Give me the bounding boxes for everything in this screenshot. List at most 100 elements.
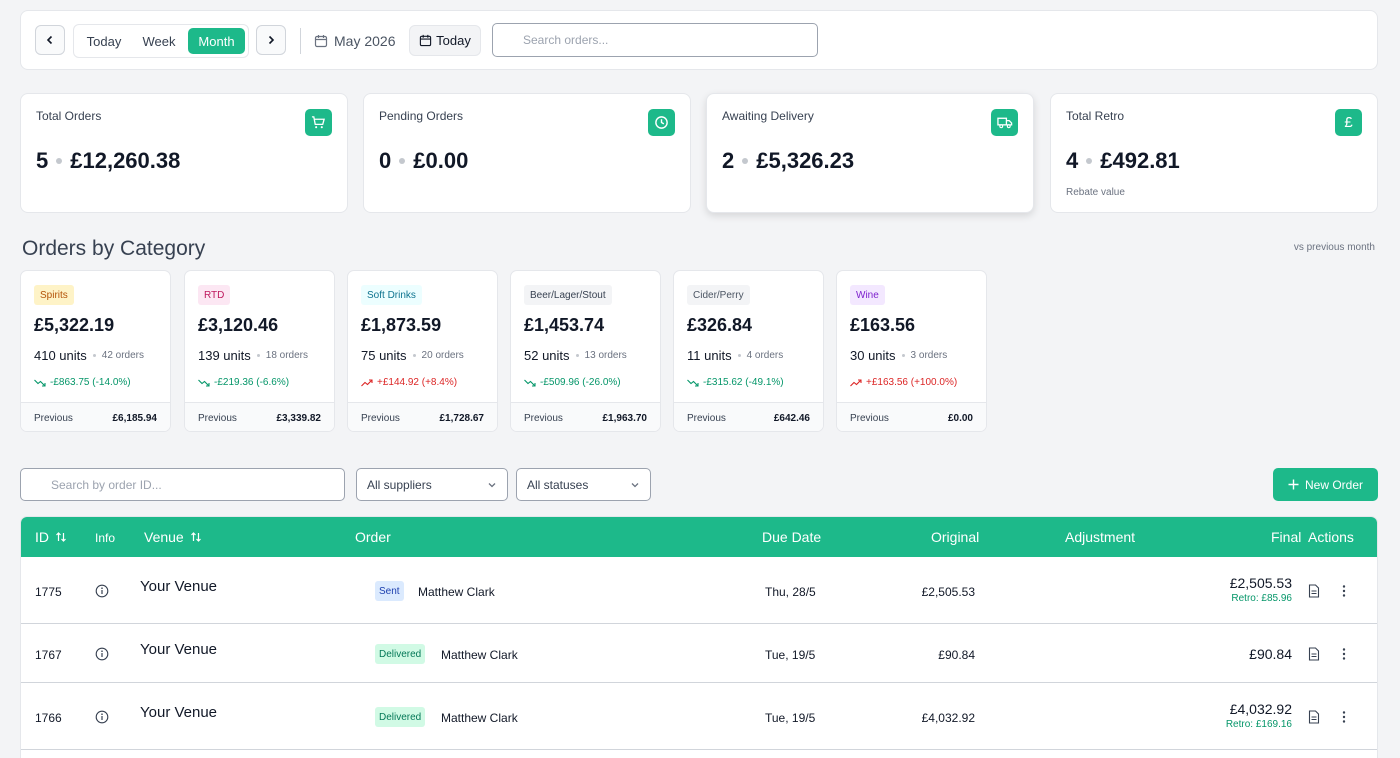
status-badge: Sent <box>375 581 404 601</box>
stat-title: Awaiting Delivery <box>722 109 814 123</box>
previous-value: £0.00 <box>947 412 973 424</box>
stat-amount: £5,326.23 <box>756 148 855 173</box>
plus-icon <box>1288 479 1299 490</box>
category-change-value: -£219.36 (-6.6%) <box>214 377 290 388</box>
previous-value: £1,728.67 <box>439 412 485 424</box>
column-final: Final <box>1271 529 1302 545</box>
order-id-search-input[interactable]: Search by order ID... <box>20 468 345 501</box>
document-icon[interactable] <box>1308 584 1320 598</box>
separator-dot <box>575 354 579 357</box>
category-change: +£163.56 (+100.0%) <box>850 377 957 388</box>
order-search-input[interactable]: Search orders... <box>492 23 818 57</box>
info-icon[interactable] <box>95 584 109 598</box>
separator-dot <box>742 158 749 164</box>
category-previous: Previous £3,339.82 <box>185 402 334 431</box>
category-badge: RTD <box>198 285 231 305</box>
current-period: May 2026 <box>314 30 395 52</box>
column-venue-label: Venue <box>144 529 184 545</box>
table-row[interactable]: 1766 Your Venue Delivered Matthew Clark Tue,… <box>21 683 1377 750</box>
supplier-select[interactable]: All suppliers <box>356 468 508 501</box>
previous-value: £642.46 <box>773 412 810 424</box>
category-units: 410 units <box>34 348 87 363</box>
category-badge: Wine <box>850 285 885 305</box>
category-units: 30 units <box>850 348 896 363</box>
category-volume: 139 units 18 orders <box>198 348 308 363</box>
column-info: Info <box>95 531 116 545</box>
category-change: +£144.92 (+8.4%) <box>361 377 457 388</box>
category-units: 75 units <box>361 348 407 363</box>
stat-count: 4 <box>1066 148 1079 173</box>
category-change-value: -£509.96 (-26.0%) <box>540 377 621 388</box>
comparison-note: vs previous month <box>1293 242 1375 253</box>
table-row[interactable]: 1775 Your Venue Sent Matthew Clark Thu, 28/5… <box>21 557 1377 624</box>
stat-value: 0 £0.00 <box>379 148 468 174</box>
previous-label: Previous <box>850 412 889 424</box>
stat-card-pending-orders: Pending Orders 0 £0.00 <box>363 93 691 213</box>
more-vertical-icon[interactable] <box>1341 710 1347 724</box>
jump-to-today-button[interactable]: Today <box>409 25 481 56</box>
category-card: Soft Drinks £1,873.59 75 units 20 orders +£1… <box>347 270 498 432</box>
stat-card-total-retro: Total Retro £ 4 £492.81 Rebate value <box>1050 93 1378 213</box>
chevron-right-icon <box>268 35 275 45</box>
due-date: Tue, 19/5 <box>765 711 816 725</box>
more-vertical-icon[interactable] <box>1341 647 1347 661</box>
final-value: £90.84 <box>1249 646 1292 662</box>
retro-value: Retro: £85.96 <box>1231 593 1292 604</box>
stat-amount: £0.00 <box>413 148 469 173</box>
category-total: £163.56 <box>850 315 916 335</box>
info-icon[interactable] <box>95 647 109 661</box>
previous-value: £6,185.94 <box>112 412 158 424</box>
stat-amount: £12,260.38 <box>70 148 181 173</box>
column-id[interactable]: ID <box>35 529 67 545</box>
previous-label: Previous <box>524 412 563 424</box>
venue-name: Your Venue <box>140 641 218 658</box>
cart-icon <box>305 109 332 136</box>
category-card: Beer/Lager/Stout £1,453.74 52 units 13 orde… <box>510 270 661 432</box>
trend-down-icon <box>34 379 46 387</box>
previous-value: £3,339.82 <box>276 412 322 424</box>
final-amount: £2,505.53 Retro: £85.96 <box>1230 575 1292 604</box>
category-volume: 75 units 20 orders <box>361 348 464 363</box>
category-orders: 4 orders <box>746 350 784 361</box>
tab-today[interactable]: Today <box>78 28 130 54</box>
category-orders: 18 orders <box>265 350 309 361</box>
final-amount: £4,032.92 Retro: £169.16 <box>1226 701 1292 730</box>
range-tabs: Today Week Month <box>73 24 249 58</box>
document-icon[interactable] <box>1308 710 1320 724</box>
status-select-value: All statuses <box>527 477 589 492</box>
info-icon[interactable] <box>95 710 109 724</box>
category-change: -£863.75 (-14.0%) <box>34 377 131 388</box>
category-orders: 42 orders <box>101 350 145 361</box>
tab-month[interactable]: Month <box>188 28 245 54</box>
category-badge: Soft Drinks <box>361 285 422 305</box>
category-card: Wine £163.56 30 units 3 orders +£163.56 (+10… <box>836 270 987 432</box>
stat-title: Pending Orders <box>379 109 464 123</box>
final-value: £2,505.53 <box>1229 575 1292 591</box>
category-total: £1,453.74 <box>524 315 605 335</box>
status-select[interactable]: All statuses <box>516 468 651 501</box>
due-date: Thu, 28/5 <box>765 585 816 599</box>
category-badge: Cider/Perry <box>687 285 750 305</box>
column-venue[interactable]: Venue <box>144 529 202 545</box>
table-row[interactable]: 1767 Your Venue Delivered Matthew Clark Tue,… <box>21 624 1377 683</box>
document-icon[interactable] <box>1308 647 1320 661</box>
category-change: -£509.96 (-26.0%) <box>524 377 621 388</box>
new-order-button[interactable]: New Order <box>1273 468 1378 501</box>
prev-period-button[interactable] <box>35 25 65 55</box>
more-vertical-icon[interactable] <box>1341 584 1347 598</box>
category-previous: Previous £642.46 <box>674 402 823 431</box>
category-badge: Spirits <box>34 285 74 305</box>
tab-week[interactable]: Week <box>132 28 186 54</box>
previous-label: Previous <box>198 412 237 424</box>
next-period-button[interactable] <box>256 25 286 55</box>
month-label: May 2026 <box>334 33 396 49</box>
pound-icon: £ <box>1335 109 1362 136</box>
original-amount: £90.84 <box>938 648 975 662</box>
today-button-label: Today <box>436 33 471 48</box>
trend-up-icon <box>361 378 373 386</box>
separator-dot <box>92 354 96 357</box>
category-orders: 20 orders <box>421 350 464 361</box>
truck-icon <box>991 109 1018 136</box>
category-total: £3,120.46 <box>198 315 279 335</box>
separator-dot <box>737 354 741 357</box>
